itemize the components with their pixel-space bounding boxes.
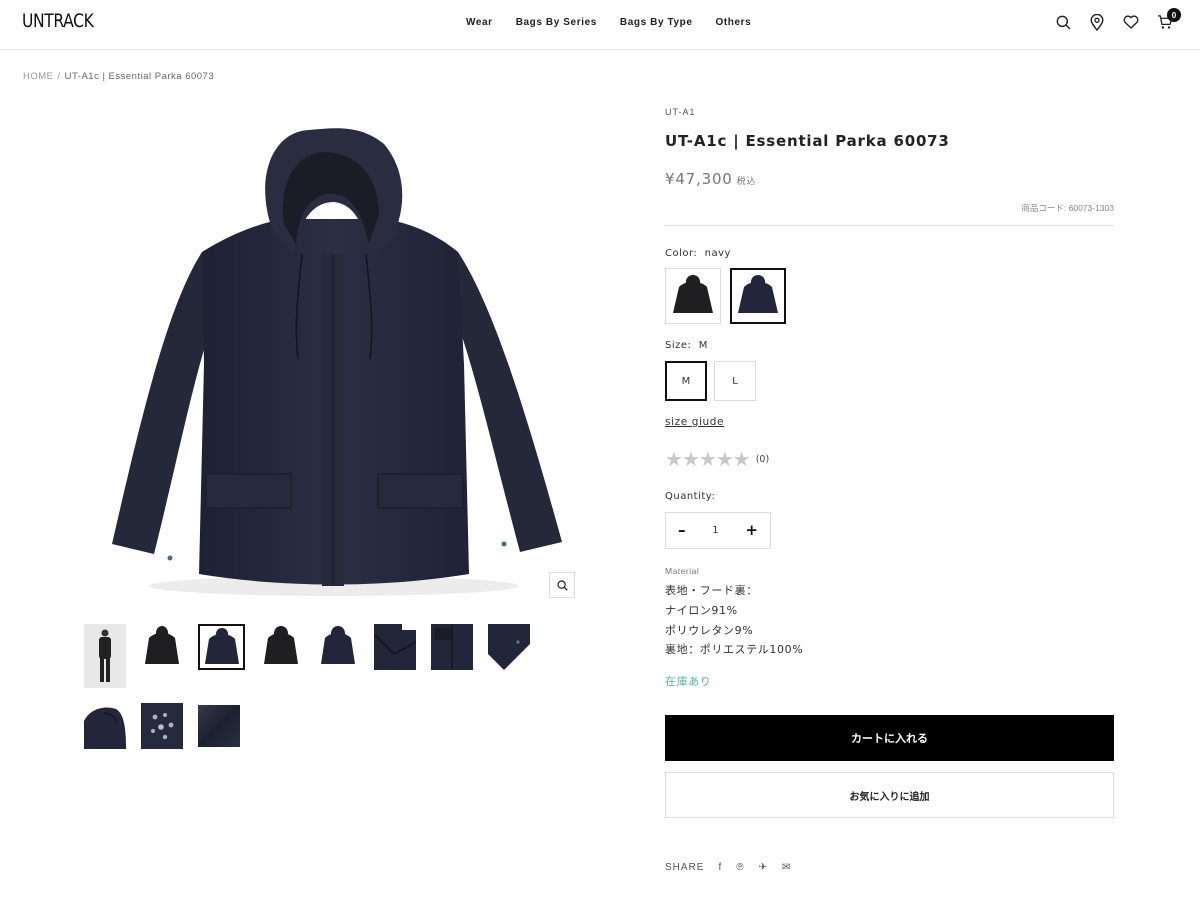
material-label: Material	[665, 566, 700, 576]
email-icon[interactable]: ✉	[782, 862, 791, 872]
heart-icon[interactable]	[1123, 13, 1139, 31]
cart-count-badge: 0	[1167, 8, 1181, 22]
tax-note: 税込	[736, 177, 757, 187]
product-price: ¥47,300	[665, 170, 733, 188]
breadcrumb: HOME / UT-A1c | Essential Parka 60073	[23, 71, 214, 82]
breadcrumb-current: UT-A1c | Essential Parka 60073	[64, 71, 215, 82]
size-label-row: Size: M	[665, 340, 708, 351]
add-to-cart-button[interactable]: カートに入れる	[665, 715, 1114, 761]
rating-count: (0)	[755, 453, 770, 465]
share-row: SHARE f ℗ ✈ ✉	[665, 862, 791, 872]
material-line: ポリウレタン9%	[665, 624, 754, 637]
header-icons: 0	[1037, 8, 1181, 31]
color-swatches	[665, 268, 786, 324]
nav-item-bags-by-series[interactable]: Bags By Series	[516, 17, 597, 28]
pinterest-icon[interactable]: ℗	[736, 862, 744, 872]
nav-item-others[interactable]: Others	[716, 17, 752, 28]
thumbnail-black-back[interactable]	[260, 624, 302, 670]
thumbnail-black-front[interactable]	[141, 624, 183, 670]
breadcrumb-separator: /	[57, 71, 61, 82]
star-icon: ★	[665, 447, 683, 471]
size-option-m[interactable]: M	[665, 361, 707, 401]
thumbnail-navy-back[interactable]	[317, 624, 359, 670]
rating-stars[interactable]: ★ ★ ★ ★ ★ (0)	[665, 449, 769, 469]
twitter-icon[interactable]: ✈	[759, 862, 768, 872]
size-options: M L	[665, 361, 756, 401]
thumbnail-cuff-detail[interactable]	[488, 624, 530, 670]
size-label: Size:	[665, 340, 692, 351]
facebook-icon[interactable]: f	[718, 862, 722, 872]
product-title: UT-A1c | Essential Parka 60073	[665, 132, 950, 150]
size-option-l[interactable]: L	[714, 361, 756, 401]
thumbnail-hood-detail[interactable]	[84, 703, 126, 749]
product-series: UT-A1	[665, 107, 696, 117]
thumbnail-fabric-texture[interactable]	[198, 703, 240, 749]
product-code: 商品コード: 60073-1303	[1021, 203, 1114, 213]
zoom-button[interactable]	[549, 572, 575, 598]
nav-item-wear[interactable]: Wear	[466, 17, 493, 28]
color-swatch-navy[interactable]	[730, 268, 786, 324]
thumbnail-gallery	[84, 624, 584, 749]
share-label: SHARE	[665, 862, 705, 872]
size-value: M	[698, 340, 708, 351]
product-main-image[interactable]	[84, 104, 584, 609]
color-value: navy	[704, 248, 731, 259]
nav-item-bags-by-type[interactable]: Bags By Type	[620, 17, 693, 28]
color-label: Color:	[665, 248, 698, 259]
zoom-icon	[556, 576, 568, 595]
quantity-value[interactable]: 1	[712, 525, 718, 536]
thumbnail-model[interactable]	[84, 624, 126, 688]
star-icon: ★	[698, 447, 717, 471]
quantity-increase-button[interactable]: +	[745, 523, 758, 538]
color-swatch-black[interactable]	[665, 268, 721, 324]
site-header: UNTRACK Wear Bags By Series Bags By Type…	[0, 0, 1200, 50]
star-icon: ★	[715, 447, 734, 471]
material-line: 表地・フード裏：	[665, 584, 758, 597]
main-nav: Wear Bags By Series Bags By Type Others	[466, 17, 774, 28]
thumbnail-navy-front-selected[interactable]	[198, 624, 245, 670]
quantity-stepper: – 1 +	[665, 512, 771, 549]
color-label-row: Color: navy	[665, 248, 731, 259]
divider	[665, 225, 1114, 226]
stock-status: 在庫あり	[665, 675, 712, 688]
search-icon[interactable]	[1055, 13, 1071, 31]
breadcrumb-home-link[interactable]: HOME	[23, 71, 54, 82]
thumbnail-water-repellent[interactable]	[141, 703, 183, 749]
material-line: 裏地：ポリエステル100%	[665, 643, 804, 656]
quantity-decrease-button[interactable]: –	[678, 523, 686, 538]
star-icon: ★	[732, 447, 751, 471]
quantity-label: Quantity:	[665, 491, 716, 502]
star-icon: ★	[681, 447, 700, 471]
product-price-block: ¥47,300 税込	[665, 170, 756, 188]
size-guide-link[interactable]: size giude	[665, 416, 724, 428]
add-to-favorites-button[interactable]: お気に入りに追加	[665, 772, 1114, 818]
thumbnail-pocket-detail[interactable]	[431, 624, 473, 670]
cart-icon[interactable]: 0	[1157, 8, 1181, 31]
thumbnail-collar-detail[interactable]	[374, 624, 416, 670]
store-location-icon[interactable]	[1089, 13, 1105, 31]
material-line: ナイロン91%	[665, 604, 738, 617]
site-logo[interactable]: UNTRACK	[22, 10, 94, 32]
